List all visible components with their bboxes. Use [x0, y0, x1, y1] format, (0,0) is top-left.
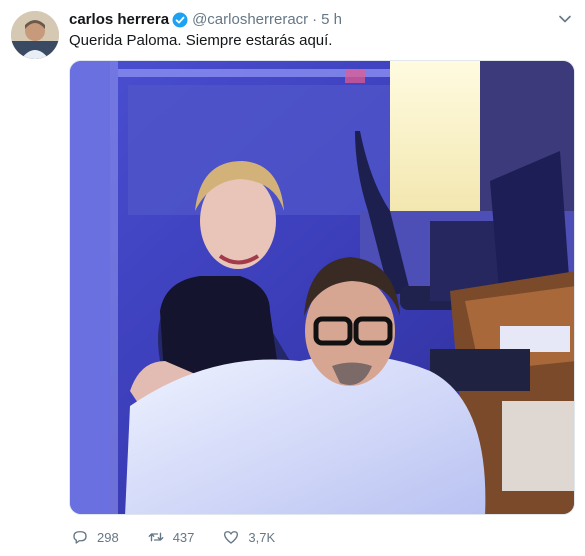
author-name[interactable]: carlos herrera — [69, 10, 169, 30]
avatar[interactable] — [11, 11, 59, 59]
retweet-action[interactable]: 437 — [147, 528, 195, 546]
reply-icon — [73, 531, 87, 544]
timestamp[interactable]: 5 h — [321, 10, 342, 30]
retweet-icon — [148, 532, 164, 542]
reply-count: 298 — [97, 529, 119, 545]
chevron-down-icon[interactable] — [558, 12, 572, 26]
reply-action[interactable]: 298 — [71, 528, 119, 546]
author-handle[interactable]: @carlosherreracr — [192, 10, 308, 30]
tweet-header: carlos herrera @carlosherreracr · 5 h — [69, 10, 342, 30]
tweet-text: Querida Paloma. Siempre estarás aquí. — [69, 32, 333, 49]
tweet-photo[interactable] — [69, 60, 575, 515]
like-icon — [224, 531, 239, 544]
tweet[interactable]: carlos herrera @carlosherreracr · 5 h Qu… — [0, 0, 585, 556]
tweet-actions: 298 437 3,7K — [71, 528, 303, 546]
retweet-count: 437 — [172, 529, 195, 545]
like-action[interactable]: 3,7K — [222, 528, 275, 546]
separator: · — [312, 11, 318, 28]
like-count: 3,7K — [248, 529, 276, 545]
verified-badge-icon — [172, 12, 188, 28]
